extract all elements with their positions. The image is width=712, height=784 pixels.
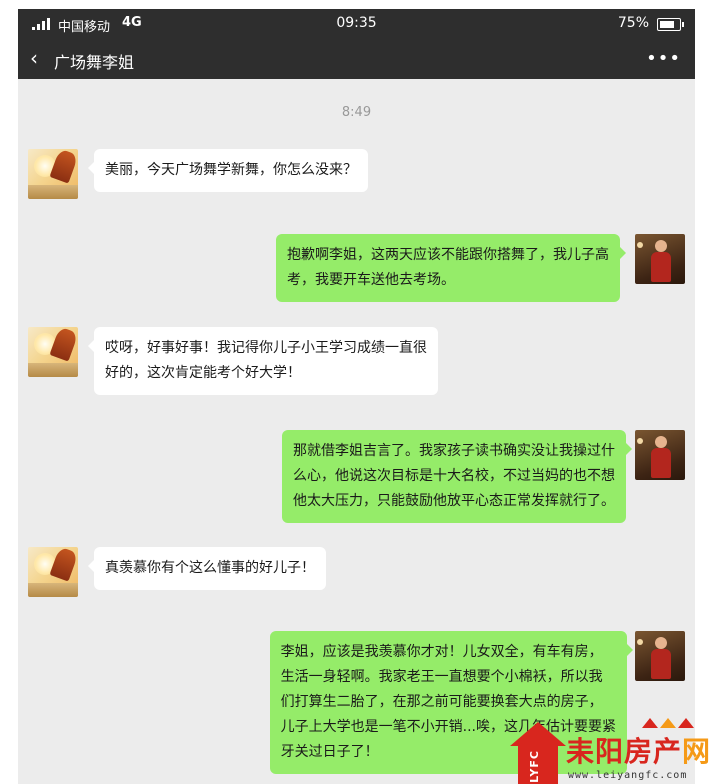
my-avatar[interactable] bbox=[635, 234, 685, 284]
message-line: 那就借李姐吉言了。我家孩子读书确实没让我操过什 bbox=[293, 443, 615, 459]
message-line: 哎呀，好事好事！我记得你儿子小王学习成绩一直很 bbox=[105, 340, 427, 356]
message-bubble-incoming[interactable]: 哎呀，好事好事！我记得你儿子小王学习成绩一直很 好的，这次肯定能考个好大学！ bbox=[88, 327, 438, 395]
watermark-badge: LYFC bbox=[518, 744, 558, 784]
chevron-left-icon[interactable]: ‹ bbox=[30, 47, 38, 69]
battery-percentage: 75% bbox=[617, 15, 649, 31]
message-line: 李姐，应该是我羡慕你才对！儿女双全，有车有房， bbox=[280, 644, 603, 660]
message-line: 们打算生二胎了，在那之前可能要换套大点的房子， bbox=[280, 694, 603, 710]
message-line: 美丽，今天广场舞学新舞，你怎么没来？ bbox=[105, 162, 357, 178]
status-bar: 中国移动 4G 09:35 75% bbox=[18, 9, 695, 39]
message-line: 好的，这次肯定能考个好大学！ bbox=[105, 365, 301, 381]
status-time: 09:35 bbox=[336, 15, 377, 31]
message-line: 生活一身轻啊。我家老王一直想要个小棉袄，所以我 bbox=[280, 669, 603, 685]
more-dots-icon[interactable]: ••• bbox=[646, 48, 681, 69]
contact-avatar[interactable] bbox=[28, 149, 78, 199]
message-line: 么心，他说这次目标是十大名校，不过当妈的也不想 bbox=[293, 468, 615, 484]
contact-avatar[interactable] bbox=[28, 327, 78, 377]
site-watermark: LYFC 耒阳房产网 www.leiyangfc.com bbox=[496, 716, 712, 784]
house-roof-icon bbox=[510, 722, 566, 746]
watermark-name-accent: 网 bbox=[682, 735, 712, 768]
my-avatar[interactable] bbox=[635, 430, 685, 480]
message-timestamp: 8:49 bbox=[341, 105, 372, 120]
message-bubble-incoming[interactable]: 真羡慕你有个这么懂事的好儿子！ bbox=[88, 547, 326, 590]
message-line: 真羡慕你有个这么懂事的好儿子！ bbox=[105, 560, 315, 576]
watermark-url: www.leiyangfc.com bbox=[568, 770, 688, 781]
my-avatar[interactable] bbox=[635, 631, 685, 681]
message-line: 考，我要开车送他去考场。 bbox=[287, 272, 455, 288]
contact-avatar[interactable] bbox=[28, 547, 78, 597]
chat-title: 广场舞李姐 bbox=[54, 53, 135, 72]
watermark-badge-text: LYFC bbox=[528, 750, 541, 783]
chat-screen: 中国移动 4G 09:35 75% ‹ 广场舞李姐 ••• 8:49 美丽，今天… bbox=[18, 9, 695, 784]
message-bubble-incoming[interactable]: 美丽，今天广场舞学新舞，你怎么没来？ bbox=[88, 149, 368, 192]
battery-icon bbox=[657, 18, 684, 31]
message-line: 抱歉啊李姐，这两天应该不能跟你搭舞了，我儿子高 bbox=[287, 247, 609, 263]
chat-header: ‹ 广场舞李姐 ••• bbox=[18, 39, 695, 79]
watermark-roof-decoration bbox=[642, 716, 712, 730]
message-bubble-outgoing[interactable]: 抱歉啊李姐，这两天应该不能跟你搭舞了，我儿子高 考，我要开车送他去考场。 bbox=[276, 234, 626, 302]
watermark-name: 耒阳房产网 bbox=[566, 730, 711, 770]
message-line: 他太大压力，只能鼓励他放平心态正常发挥就行了。 bbox=[293, 493, 615, 509]
message-bubble-outgoing[interactable]: 那就借李姐吉言了。我家孩子读书确实没让我操过什 么心，他说这次目标是十大名校，不… bbox=[282, 430, 632, 523]
watermark-name-main: 耒阳房产 bbox=[566, 735, 683, 768]
